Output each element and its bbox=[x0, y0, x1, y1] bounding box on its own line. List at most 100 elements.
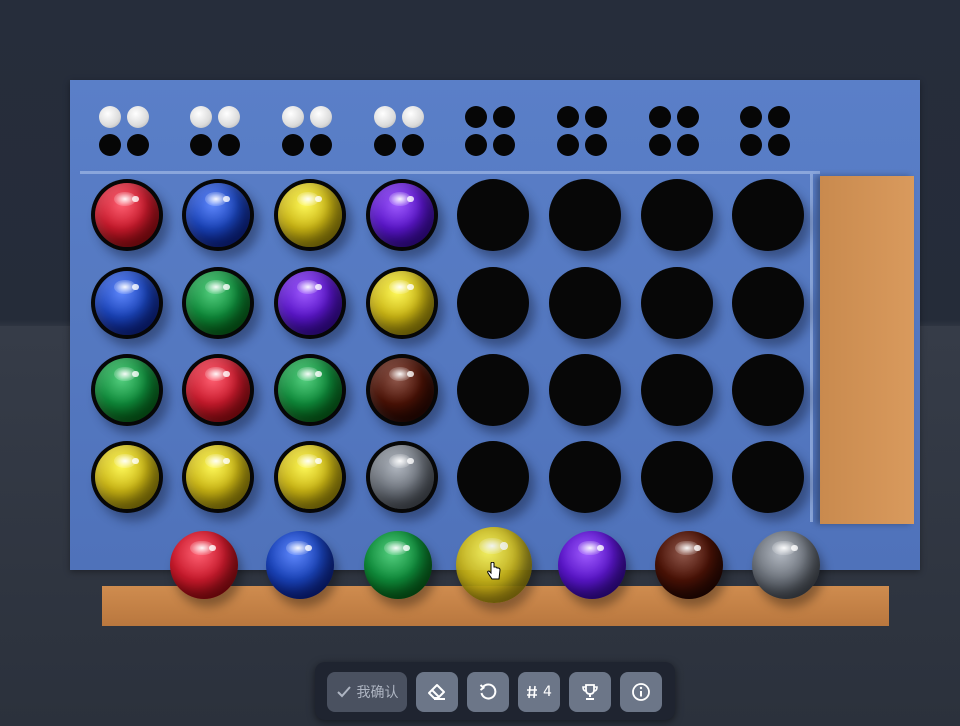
feedback-peg-group bbox=[740, 106, 798, 160]
guess-slot[interactable] bbox=[732, 441, 804, 513]
guess-slot[interactable] bbox=[457, 267, 529, 339]
feedback-peg-empty bbox=[557, 106, 579, 128]
guess-slot[interactable] bbox=[732, 267, 804, 339]
ball-highlight-dot bbox=[315, 457, 322, 465]
feedback-peg-empty bbox=[465, 106, 487, 128]
ball-highlight-dot bbox=[132, 283, 139, 291]
guess-slot[interactable] bbox=[549, 441, 621, 513]
guess-ball-brown bbox=[370, 358, 434, 422]
ball-highlight-dot bbox=[223, 283, 230, 291]
guess-slot[interactable] bbox=[457, 354, 529, 426]
guess-ball-purple bbox=[278, 271, 342, 335]
ball-highlight-dot bbox=[597, 544, 605, 552]
confirm-label: 我确认 bbox=[356, 685, 399, 701]
attempt-count: 4 bbox=[543, 684, 552, 700]
guess-ball-gray bbox=[370, 445, 434, 509]
palette-ball-blue[interactable] bbox=[266, 531, 334, 599]
palette-ball-purple[interactable] bbox=[558, 531, 626, 599]
erase-button[interactable] bbox=[416, 672, 458, 712]
feedback-peg-empty bbox=[402, 134, 424, 156]
feedback-peg-empty bbox=[740, 106, 762, 128]
ball-highlight-dot bbox=[223, 457, 230, 465]
feedback-peg-empty bbox=[649, 134, 671, 156]
guess-ball-green bbox=[95, 358, 159, 422]
guess-ball-yellow bbox=[186, 445, 250, 509]
ball-highlight-dot bbox=[403, 544, 411, 552]
feedback-peg-empty bbox=[465, 134, 487, 156]
feedback-peg-white bbox=[99, 106, 121, 128]
trophy-icon bbox=[582, 684, 598, 700]
palette-ball-red[interactable] bbox=[170, 531, 238, 599]
feedback-peg-group bbox=[99, 106, 157, 160]
feedback-peg-empty bbox=[677, 106, 699, 128]
ball-highlight-dot bbox=[407, 283, 414, 291]
ball-highlight-dot bbox=[407, 457, 414, 465]
guess-slot[interactable] bbox=[457, 441, 529, 513]
guess-ball-yellow bbox=[370, 271, 434, 335]
feedback-peg-group bbox=[374, 106, 432, 160]
feedback-peg-white bbox=[310, 106, 332, 128]
guess-ball-purple bbox=[370, 183, 434, 247]
hand-cursor-icon bbox=[487, 562, 501, 580]
ball-highlight-dot bbox=[407, 195, 414, 203]
attempt-counter-button[interactable]: 4 bbox=[518, 672, 560, 712]
ball-highlight-dot bbox=[315, 195, 322, 203]
check-icon bbox=[336, 686, 351, 698]
palette-ball-gray[interactable] bbox=[752, 531, 820, 599]
guess-slot[interactable] bbox=[549, 267, 621, 339]
feedback-peg-group bbox=[465, 106, 523, 160]
ball-highlight-dot bbox=[791, 544, 799, 552]
ball-highlight-dot bbox=[407, 370, 414, 378]
feedback-peg-group bbox=[557, 106, 615, 160]
guess-slot[interactable] bbox=[641, 441, 713, 513]
feedback-peg-empty bbox=[677, 134, 699, 156]
feedback-peg-white bbox=[282, 106, 304, 128]
ball-highlight-dot bbox=[315, 283, 322, 291]
feedback-peg-group bbox=[282, 106, 340, 160]
guess-slot[interactable] bbox=[641, 354, 713, 426]
info-icon bbox=[632, 683, 650, 701]
guess-slot[interactable] bbox=[549, 179, 621, 251]
palette-ball-green[interactable] bbox=[364, 531, 432, 599]
guess-ball-red bbox=[186, 358, 250, 422]
guess-slot[interactable] bbox=[457, 179, 529, 251]
feedback-peg-empty bbox=[740, 134, 762, 156]
ball-highlight-dot bbox=[500, 542, 508, 550]
feedback-peg-white bbox=[374, 106, 396, 128]
trophy-button[interactable] bbox=[569, 672, 611, 712]
feedback-peg-empty bbox=[768, 106, 790, 128]
feedback-peg-empty bbox=[374, 134, 396, 156]
feedback-peg-empty bbox=[190, 134, 212, 156]
confirm-button[interactable]: 我确认 bbox=[327, 672, 407, 712]
ball-highlight-dot bbox=[132, 370, 139, 378]
palette-ball-brown[interactable] bbox=[655, 531, 723, 599]
guess-slot[interactable] bbox=[549, 354, 621, 426]
feedback-peg-empty bbox=[493, 134, 515, 156]
restart-icon bbox=[479, 683, 497, 700]
info-button[interactable] bbox=[620, 672, 662, 712]
feedback-peg-empty bbox=[127, 134, 149, 156]
feedback-peg-white bbox=[190, 106, 212, 128]
restart-button[interactable] bbox=[467, 672, 509, 712]
feedback-peg-empty bbox=[768, 134, 790, 156]
guess-ball-yellow bbox=[95, 445, 159, 509]
feedback-peg-empty bbox=[218, 134, 240, 156]
solution-cover-tray bbox=[820, 176, 914, 524]
ball-highlight-dot bbox=[315, 370, 322, 378]
ball-highlight-dot bbox=[305, 544, 313, 552]
ball-highlight-dot bbox=[132, 457, 139, 465]
ball-highlight-dot bbox=[209, 544, 217, 552]
feedback-peg-empty bbox=[493, 106, 515, 128]
eraser-icon bbox=[428, 684, 445, 700]
guess-ball-green bbox=[186, 271, 250, 335]
feedback-peg-white bbox=[402, 106, 424, 128]
guess-slot[interactable] bbox=[641, 179, 713, 251]
guess-slot[interactable] bbox=[732, 354, 804, 426]
guess-slot[interactable] bbox=[641, 267, 713, 339]
guess-ball-blue bbox=[186, 183, 250, 247]
toolbar: 我确认 4 bbox=[315, 662, 675, 720]
ball-highlight-dot bbox=[132, 195, 139, 203]
feedback-peg-empty bbox=[649, 106, 671, 128]
guess-ball-blue bbox=[95, 271, 159, 335]
guess-slot[interactable] bbox=[732, 179, 804, 251]
